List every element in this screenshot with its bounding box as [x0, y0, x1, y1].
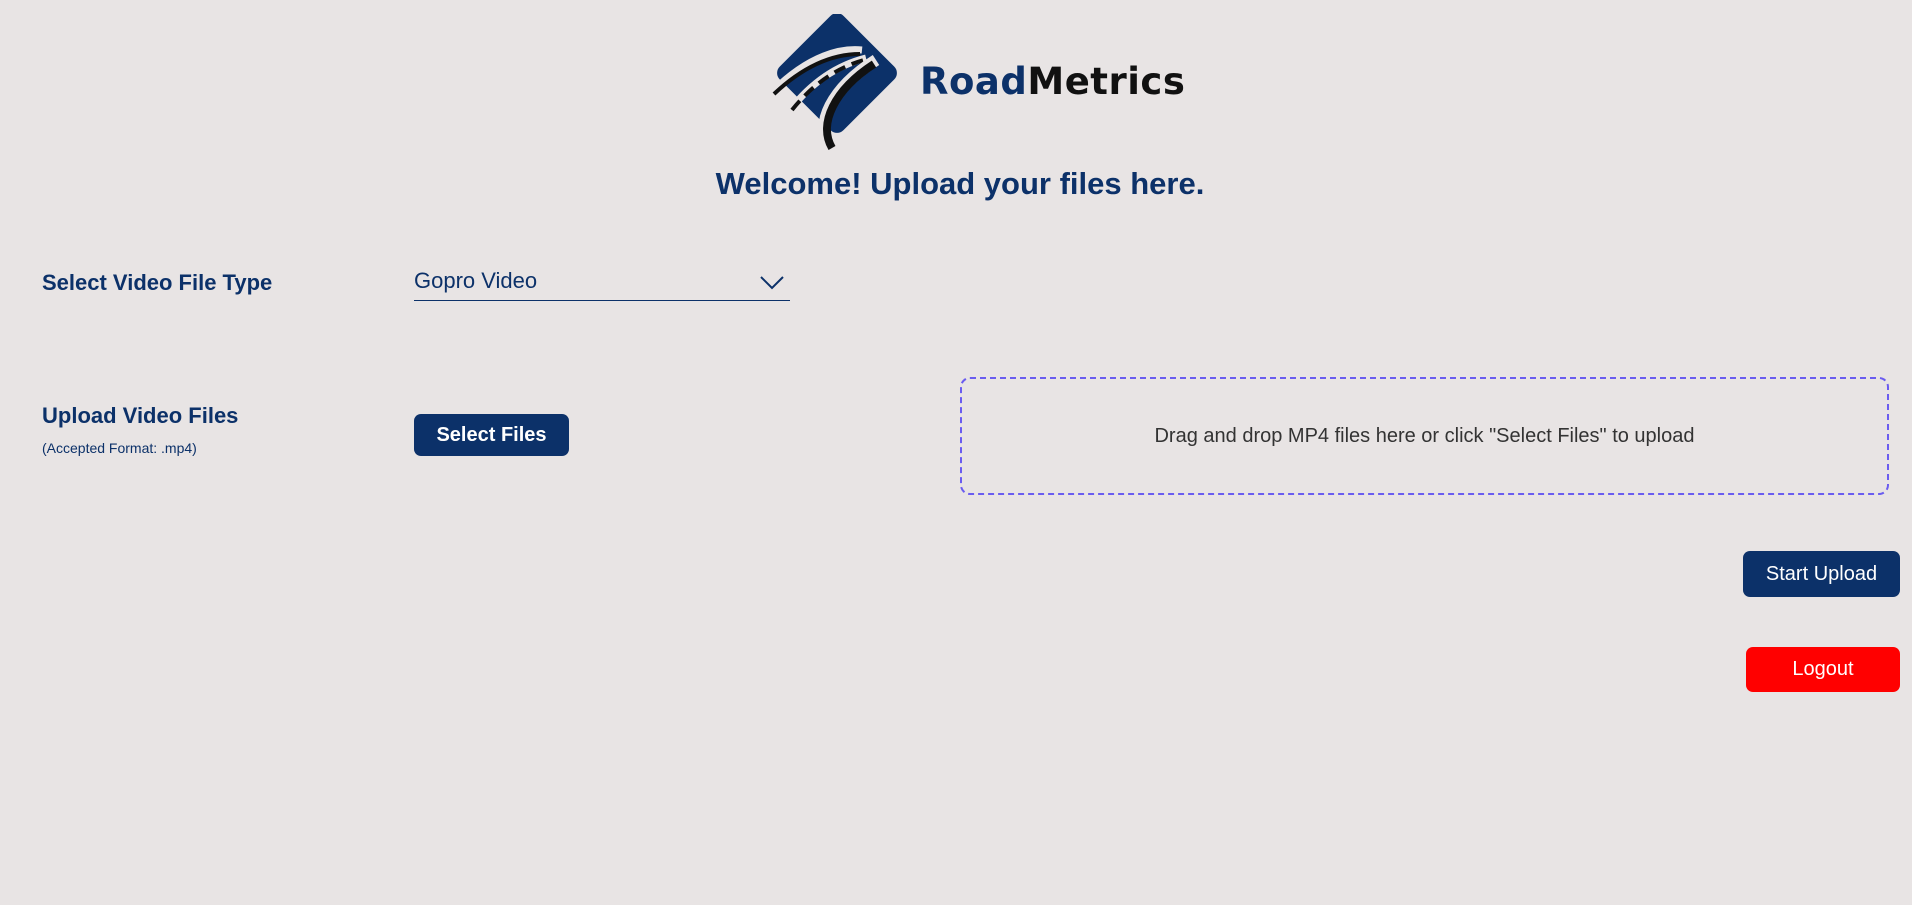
page-title: Welcome! Upload your files here.	[715, 166, 1205, 201]
dropzone-instructions: Drag and drop MP4 files here or click "S…	[1154, 424, 1695, 447]
upload-files-label: Upload Video Files	[42, 403, 239, 428]
chevron-down-icon	[760, 276, 784, 290]
upload-page: RoadMetrics Welcome! Upload your files h…	[0, 0, 1912, 905]
file-dropzone[interactable]: Drag and drop MP4 files here or click "S…	[960, 377, 1889, 495]
file-type-select[interactable]: Gopro Video	[414, 262, 790, 301]
brand-name: RoadMetrics	[920, 60, 1185, 103]
brand-logo: RoadMetrics	[770, 14, 1185, 150]
accepted-format-note: (Accepted Format: .mp4)	[42, 440, 197, 456]
file-type-label: Select Video File Type	[42, 270, 273, 295]
brand-name-road: Road	[920, 60, 1028, 103]
start-upload-button[interactable]: Start Upload	[1743, 551, 1900, 597]
select-files-button[interactable]: Select Files	[414, 414, 569, 456]
logout-button[interactable]: Logout	[1746, 647, 1900, 692]
file-type-selected-value: Gopro Video	[414, 268, 538, 293]
brand-name-metrics: Metrics	[1027, 60, 1186, 103]
road-diamond-icon	[770, 14, 897, 150]
